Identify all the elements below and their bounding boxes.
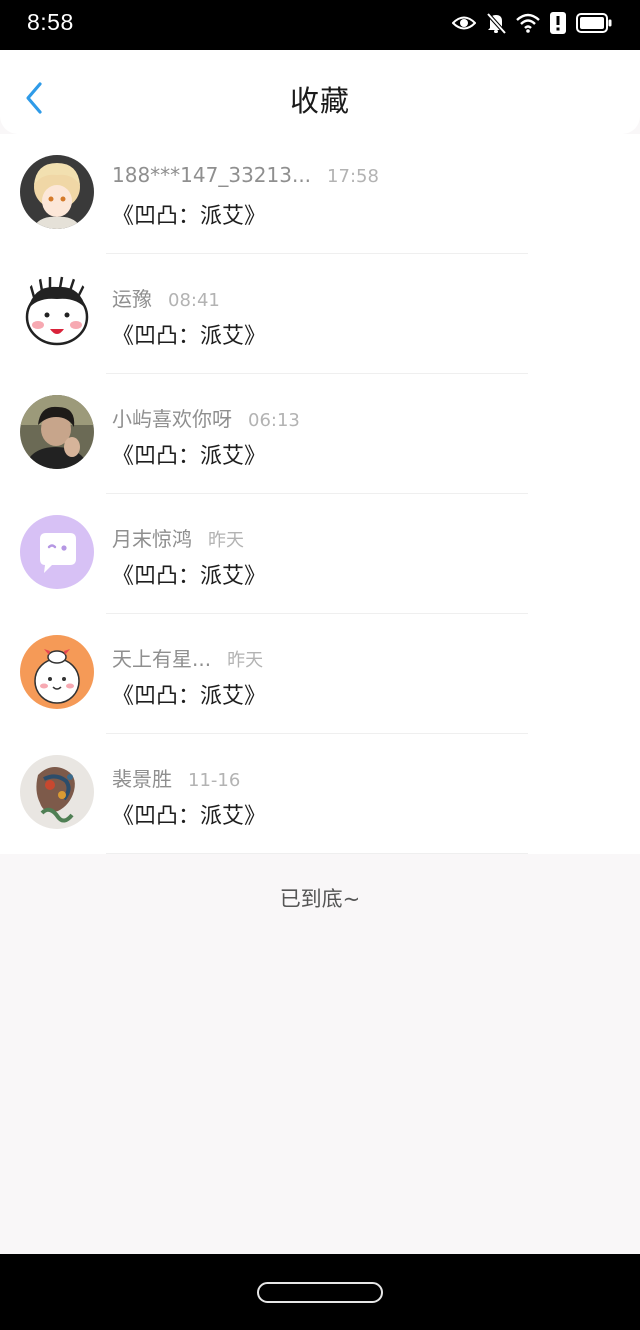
list-item[interactable]: 小屿喜欢你呀 06:13 《凹凸：派艾》 (0, 374, 640, 494)
navigation-bar (0, 1254, 640, 1330)
bell-off-icon (486, 12, 507, 38)
header: 收藏 (0, 50, 640, 134)
item-title: 《凹凸：派艾》 (112, 324, 267, 349)
eye-icon (451, 14, 477, 36)
alert-icon (550, 12, 566, 38)
user-line: 小屿喜欢你呀 06:13 (112, 403, 300, 432)
avatar[interactable] (20, 755, 94, 829)
avatar[interactable] (20, 635, 94, 709)
user-line: 188***147_33213... 17:58 (112, 163, 379, 187)
user-line: 运豫 08:41 (112, 283, 220, 312)
username: 运豫 (112, 287, 152, 311)
home-indicator[interactable] (257, 1282, 383, 1303)
avatar[interactable] (20, 395, 94, 469)
status-icons (451, 12, 612, 38)
list-item[interactable]: 裴景胜 11-16 《凹凸：派艾》 (0, 734, 640, 854)
timestamp: 08:41 (168, 290, 220, 311)
timestamp: 17:58 (327, 166, 379, 187)
wifi-icon (516, 13, 540, 37)
item-title: 《凹凸：派艾》 (112, 684, 267, 709)
username: 小屿喜欢你呀 (112, 407, 232, 431)
user-line: 天上有星... 昨天 (112, 643, 263, 672)
status-bar: 8:58 (0, 0, 640, 50)
list-item[interactable]: 月末惊鸿 昨天 《凹凸：派艾》 (0, 494, 640, 614)
status-time: 8:58 (27, 9, 74, 35)
username: 月末惊鸿 (112, 527, 192, 551)
item-title: 《凹凸：派艾》 (112, 804, 267, 829)
list-item[interactable]: 运豫 08:41 《凹凸：派艾》 (0, 254, 640, 374)
end-of-list-text: 已到底~ (279, 887, 361, 911)
timestamp: 昨天 (227, 650, 264, 671)
avatar[interactable] (20, 515, 94, 589)
user-line: 月末惊鸿 昨天 (112, 523, 244, 552)
favorites-list: 188***147_33213... 17:58 《凹凸：派艾》 运豫 08:4… (0, 134, 640, 854)
item-title: 《凹凸：派艾》 (112, 444, 267, 469)
item-title: 《凹凸：派艾》 (112, 204, 267, 229)
timestamp: 11-16 (188, 770, 241, 791)
timestamp: 昨天 (208, 530, 244, 551)
user-line: 裴景胜 11-16 (112, 763, 240, 792)
username: 天上有星... (112, 647, 212, 671)
avatar[interactable] (20, 155, 94, 229)
divider (106, 853, 528, 854)
timestamp: 06:13 (248, 410, 300, 431)
username: 裴景胜 (112, 767, 172, 791)
avatar[interactable] (20, 275, 94, 349)
battery-icon (576, 13, 612, 37)
list-item[interactable]: 188***147_33213... 17:58 《凹凸：派艾》 (0, 134, 640, 254)
item-title: 《凹凸：派艾》 (112, 564, 267, 589)
page-title: 收藏 (289, 84, 350, 118)
list-item[interactable]: 天上有星... 昨天 《凹凸：派艾》 (0, 614, 640, 734)
username: 188***147_33213... (112, 163, 312, 187)
